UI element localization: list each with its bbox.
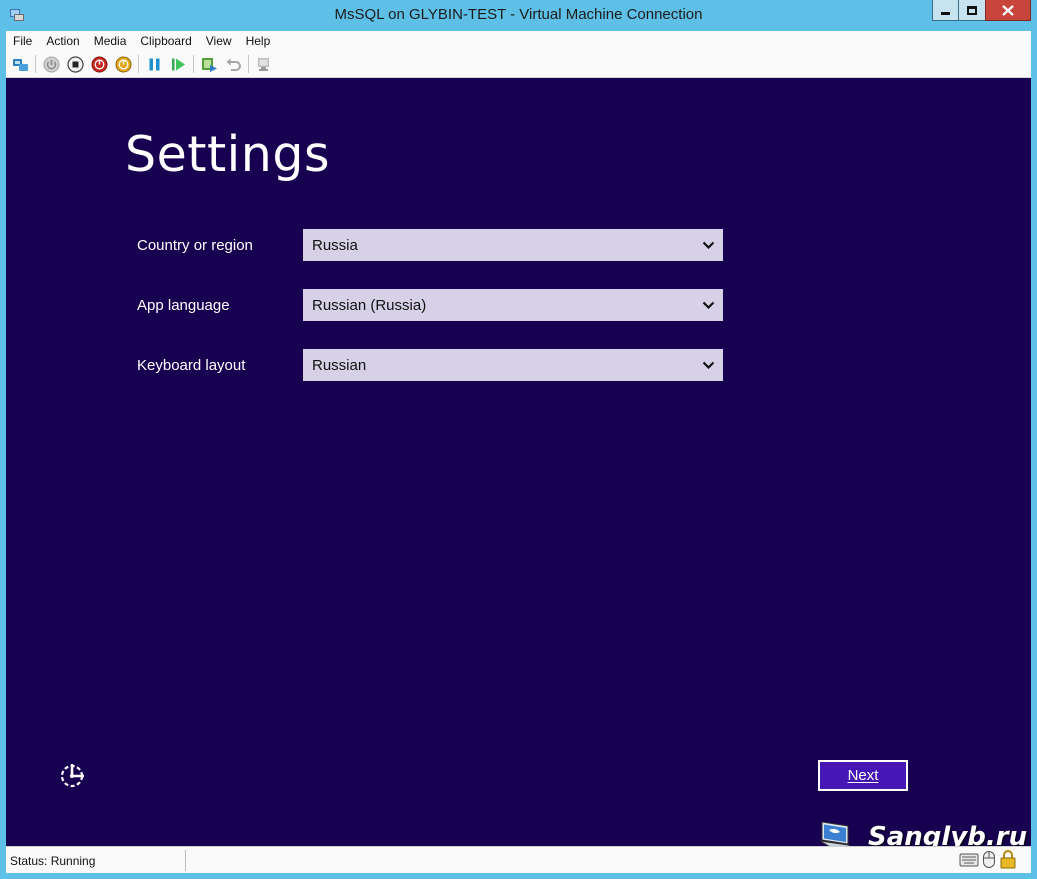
keyboard-layout-label: Keyboard layout [137,357,246,374]
country-region-value: Russia [312,236,358,254]
pause-icon [149,58,159,70]
next-button-label: Next [847,767,879,784]
laptop-logo-icon [819,821,852,846]
toolbar-separator [138,55,139,73]
menu-help[interactable]: Help [246,34,271,48]
start-icon [43,56,59,72]
keyboard-layout-value: Russian [312,356,367,374]
save-icon [115,56,131,72]
enhanced-session-button[interactable] [254,54,274,74]
watermark-text: Sanglyb.ru [868,822,1028,846]
start-button[interactable] [41,54,61,74]
reset-button[interactable] [168,54,188,74]
turn-off-button[interactable] [65,54,85,74]
chevron-down-icon [693,229,723,261]
keyboard-layout-select[interactable]: Russian [303,349,723,381]
reset-icon [171,58,185,70]
save-button[interactable] [113,54,133,74]
ease-of-access-icon[interactable] [58,760,88,790]
toolbar-separator [35,55,36,73]
enhanced-session-icon [257,57,269,71]
chevron-down-icon [693,289,723,321]
status-text: Status: Running [10,854,96,868]
app-language-value: Russian (Russia) [312,296,427,314]
status-separator [185,850,186,871]
revert-icon [226,58,241,71]
menu-action[interactable]: Action [46,34,79,48]
keyboard-icon [959,853,979,867]
window-title: MsSQL on GLYBIN-TEST - Virtual Machine C… [334,6,703,23]
app-language-label: App language [137,297,230,314]
app-language-select[interactable]: Russian (Russia) [303,289,723,321]
toolbar-separator [193,55,194,73]
menu-clipboard[interactable]: Clipboard [140,34,191,48]
menu-view[interactable]: View [206,34,232,48]
minimize-icon [941,11,950,15]
page-title: Settings [125,126,330,183]
close-icon [1002,4,1014,16]
revert-button[interactable] [223,54,243,74]
status-icons [959,850,1017,869]
close-button[interactable] [985,0,1031,21]
toolbar [6,51,1031,78]
menu-file[interactable]: File [13,34,32,48]
shut-down-button[interactable] [89,54,109,74]
vm-connection-window: MsSQL on GLYBIN-TEST - Virtual Machine C… [0,0,1037,879]
minimize-button[interactable] [932,0,959,21]
chevron-down-icon [693,349,723,381]
next-button[interactable]: Next [818,760,908,791]
turn-off-icon [66,55,84,73]
lock-icon [1000,850,1016,869]
watermark: Sanglyb.ru [818,820,1027,846]
ctrl-alt-del-icon [12,58,28,71]
country-region-select[interactable]: Russia [303,229,723,261]
mouse-icon [983,851,995,868]
maximize-button[interactable] [958,0,986,21]
country-region-label: Country or region [137,237,253,254]
menu-media[interactable]: Media [94,34,127,48]
checkpoint-button[interactable] [199,54,219,74]
toolbar-separator [248,55,249,73]
status-bar: Status: Running [6,846,1031,873]
menu-bar: File Action Media Clipboard View Help [6,31,1031,51]
pause-button[interactable] [144,54,164,74]
vm-screen[interactable]: Settings Country or region Russia App la… [6,78,1031,846]
shut-down-icon [91,56,107,72]
checkpoint-icon [201,57,217,72]
title-bar[interactable]: MsSQL on GLYBIN-TEST - Virtual Machine C… [0,0,1037,31]
ctrl-alt-del-button[interactable] [10,54,30,74]
maximize-icon [967,5,977,15]
